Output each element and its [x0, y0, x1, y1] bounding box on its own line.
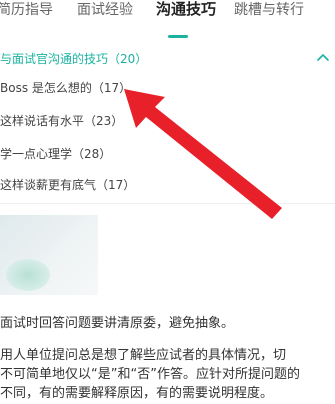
article-thumbnail	[0, 215, 98, 295]
active-tab-indicator	[168, 35, 188, 38]
category-tabs: 简历指导 面试经验 沟通技巧 跳槽与转行	[0, 0, 335, 40]
tab-communication-skills[interactable]: 沟通技巧	[156, 0, 216, 19]
section-header[interactable]: 与面试官沟通的技巧（20）	[0, 48, 335, 70]
article-intro: 面试时回答问题要讲清原委，避免抽象。	[0, 316, 235, 331]
faq-item-psychology[interactable]: 学一点心理学（28）	[0, 145, 300, 163]
faq-item-speaking[interactable]: 这样说话有水平（23）	[0, 112, 300, 130]
section-divider	[0, 203, 335, 204]
faq-item-salary[interactable]: 这样谈薪更有底气（17）	[0, 176, 300, 194]
article-body-line: 不可简单地仅以“是”和“否”作答。应针对所提问题的	[0, 367, 300, 382]
section-title: 与面试官沟通的技巧（20）	[0, 52, 148, 66]
tab-resume-guide[interactable]: 简历指导	[0, 0, 53, 20]
article-body-line: 用人单位提问总是想了解些应试者的具体情况，切	[0, 348, 287, 363]
faq-item-boss[interactable]: Boss 是怎么想的（17）	[0, 79, 300, 97]
article-body-line: 不同，有的需要解释原因，有的需要说明程度。	[0, 386, 274, 401]
article-body: 用人单位提问总是想了解些应试者的具体情况，切 不可简单地仅以“是”和“否”作答。…	[0, 346, 335, 403]
tab-job-change[interactable]: 跳槽与转行	[234, 0, 304, 20]
chevron-up-icon[interactable]	[316, 50, 330, 64]
tab-interview-experience[interactable]: 面试经验	[77, 0, 133, 20]
